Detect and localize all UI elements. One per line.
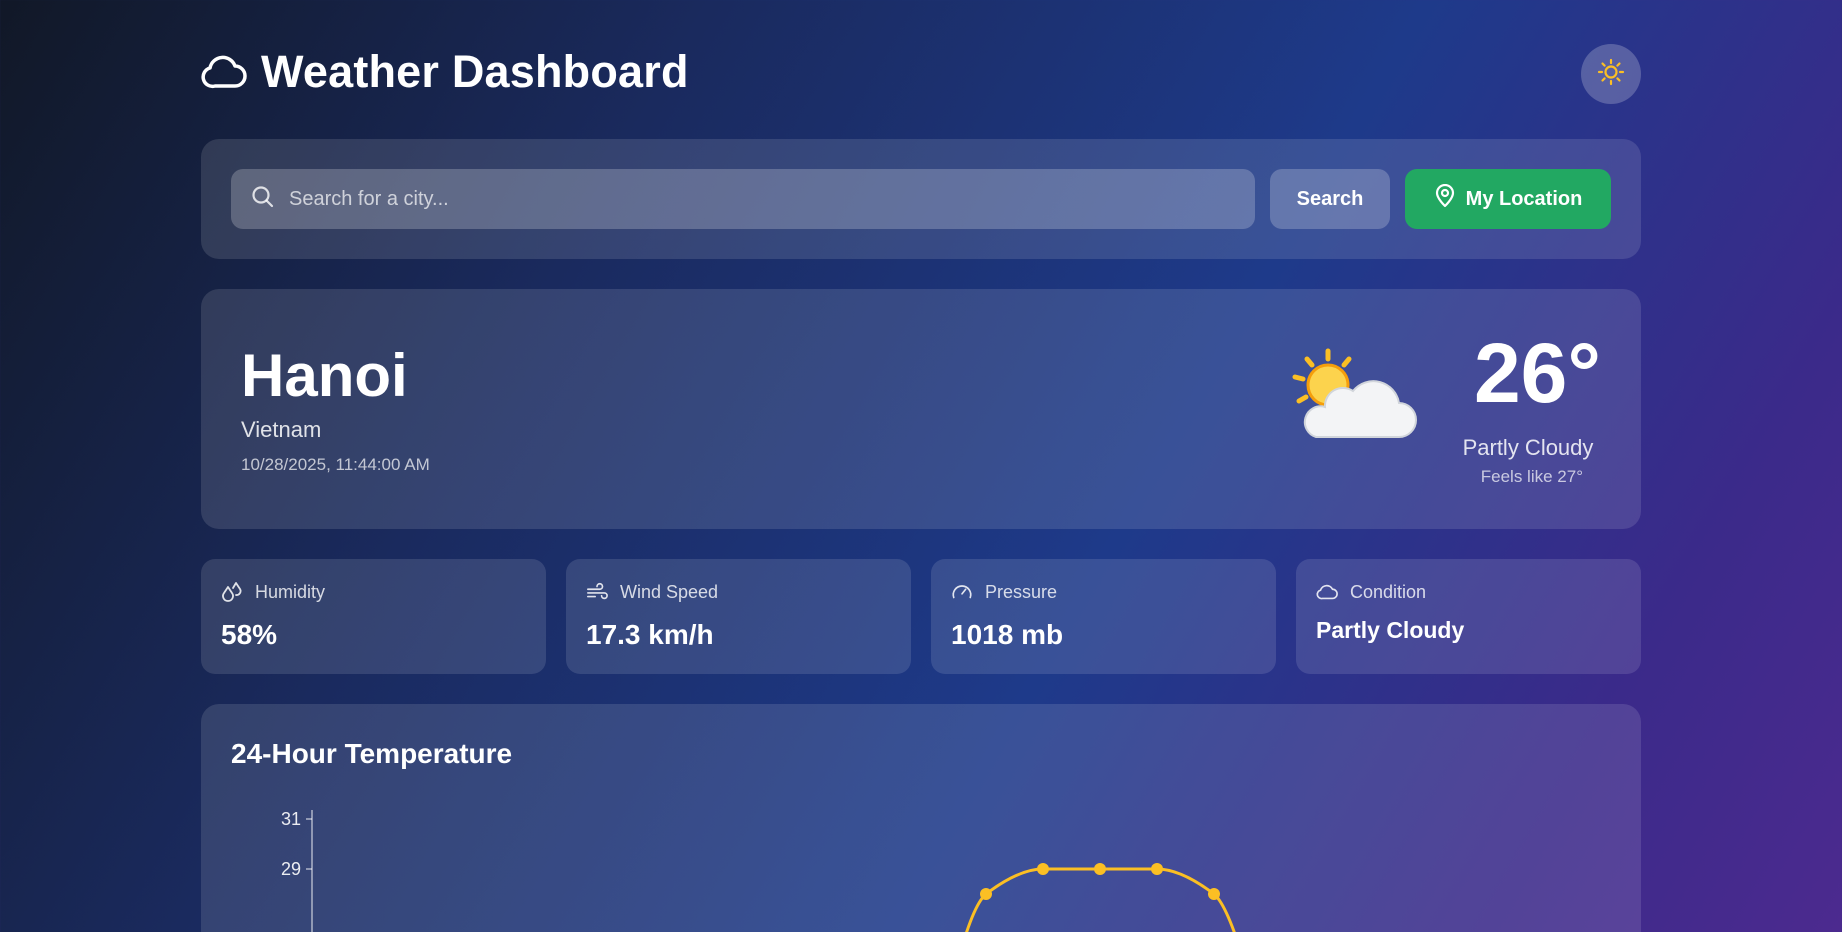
pressure-value: 1018 mb [951,619,1064,650]
page-title: Weather Dashboard [261,46,689,97]
cloud-icon [201,52,249,92]
wind-icon [586,581,608,603]
cloud-icon [1316,581,1338,603]
temperature-line [965,867,1236,932]
condition-card: Condition Partly Cloudy [1296,559,1641,674]
data-point[interactable] [980,888,992,900]
search-icon [251,185,275,214]
partly-cloudy-icon [1281,345,1421,445]
city-name: Hanoi [241,342,408,409]
wind-speed-card: Wind Speed 17.3 km/h [566,559,911,674]
header: Weather Dashboard [201,44,1641,104]
sun-icon [1597,58,1625,91]
my-location-label: My Location [1465,187,1583,210]
search-input[interactable]: Search for a city... [231,169,1255,229]
my-location-button[interactable]: My Location [1405,169,1611,229]
gauge-icon [951,581,973,603]
data-point[interactable] [1151,863,1163,875]
current-condition: Partly Cloudy [1462,435,1594,460]
y-tick-label: 31 [281,809,301,829]
wind-speed-label: Wind Speed [620,581,719,602]
map-pin-icon [1434,183,1456,214]
search-placeholder: Search for a city... [289,187,449,210]
wind-speed-value: 17.3 km/h [586,619,714,650]
pressure-label: Pressure [985,581,1058,602]
temperature-chart-card: 24-Hour Temperature 31 29 [201,704,1641,932]
droplets-icon [221,581,243,603]
y-tick-label: 29 [281,859,301,879]
search-button[interactable]: Search [1270,169,1390,229]
local-datetime: 10/28/2025, 11:44:00 AM [241,455,430,474]
current-weather-card: Hanoi Vietnam 10/28/2025, 11:44:00 AM 26… [201,289,1641,529]
condition-label: Condition [1350,581,1427,602]
humidity-label: Humidity [255,581,326,602]
humidity-value: 58% [221,619,278,650]
temperature-chart: 31 29 [281,809,1236,932]
condition-value: Partly Cloudy [1316,617,1465,643]
feels-like: Feels like 27° [1480,467,1583,486]
current-temperature: 26° [1473,326,1601,420]
pressure-card: Pressure 1018 mb [931,559,1276,674]
theme-toggle-button[interactable] [1581,44,1641,104]
data-point[interactable] [1094,863,1106,875]
data-point[interactable] [1037,863,1049,875]
country-name: Vietnam [241,417,322,442]
data-point[interactable] [1208,888,1220,900]
search-panel: Search for a city... Search My Location [201,139,1641,259]
humidity-card: Humidity 58% [201,559,546,674]
